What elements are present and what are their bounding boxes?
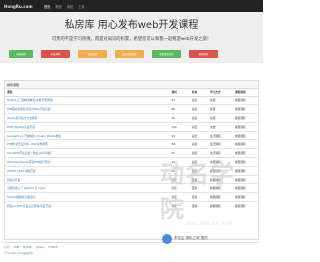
cell-lessons: 36 (169, 139, 190, 149)
course-link[interactable]: ThinkPHP开发实战 / 微信公众号课程 (7, 151, 52, 155)
tag-link[interactable]: PHP (14, 246, 19, 249)
column-header-lessons: 课时 (169, 89, 190, 97)
course-link[interactable]: HTML5 CSS3 前端开发 (7, 169, 36, 173)
cell-course[interactable]: PHP面向对象程序设计Web开发实战 (5, 104, 170, 114)
cell-course[interactable]: HTML5 CSS3 前端开发 (5, 165, 170, 176)
cell-status: 完结 (189, 121, 209, 132)
category-button-6[interactable]: 视频教程 (189, 50, 218, 58)
table-row[interactable]: PHP面向对象程序设计Web开发实战 58 完结 免费 视频课程 (5, 104, 258, 114)
cell-course[interactable]: 原生js+PHP 开发后台管理(项目开发) (5, 201, 170, 211)
hero-subtitle: 可贵的不是学习热情，而是对知识的积累，希望您可以和我一起畅游web开发之旅！ (51, 37, 212, 42)
cell-course[interactable]: ThinkPHP开发实战 / 微信公众号课程 (5, 148, 170, 158)
cell-type: 视频课程 (233, 113, 258, 123)
cell-course[interactable]: Laravel5.x入门到精通 / jQuery Mobile教程 (5, 130, 170, 140)
tag-label: 标签: (4, 246, 11, 249)
course-link[interactable]: Laravel5.x入门到精通 / jQuery Mobile教程 (7, 134, 61, 138)
table-header-row: 课程 课时 状态 学习方式 课程类别 (5, 89, 258, 97)
cell-type: 视频课程 (233, 104, 258, 114)
navbar: HongRu.com 首页 教程 课程 工具 (0, 0, 263, 12)
nav-item-courses[interactable]: 课程 (67, 4, 73, 9)
cell-course[interactable]: jQuery程序设计全套教程 (5, 113, 170, 123)
hero-banner: 私房库 用心发布web开发课程 可贵的不是学习热情，而是对知识的积累，希望您可以… (0, 12, 263, 63)
course-link[interactable]: Windows Server搭建PHP运行环境 (7, 160, 50, 164)
course-link[interactable]: MySQL入门到精通教程(免费开源课程) (7, 98, 53, 102)
category-button-5[interactable]: 免费课程系列 (152, 50, 181, 58)
category-button-3[interactable]: 高级课程 (78, 50, 107, 58)
cell-course[interactable]: PHP框架开发实例 - MVC架构原理 (5, 139, 170, 149)
cell-type: 视频课程 (233, 139, 258, 149)
tag-link[interactable]: MySQL (23, 246, 32, 249)
column-header-status: 状态 (189, 89, 209, 97)
tag-link[interactable]: jQuery (36, 246, 45, 249)
course-link[interactable]: PHP与MySQL实战开发 (7, 125, 35, 129)
cell-course[interactable]: MySQL数据库高级应用 (5, 192, 170, 202)
watermark-brand-text: 本站由 源码之家 提供 (174, 236, 208, 240)
cell-type: 视频课程 (233, 130, 258, 140)
cell-course[interactable]: PHP与MySQL实战开发 (5, 121, 170, 132)
course-link[interactable]: PHP面向对象程序设计Web开发实战 (7, 107, 50, 111)
main-nav: 首页 教程 课程 工具 (44, 4, 85, 9)
watermark-subtitle: DONG MING XUE YUAN (185, 221, 233, 226)
tag-bar: 标签: PHP MySQL jQuery HTML5 (4, 242, 259, 249)
table-row[interactable]: PHP与MySQL实战开发 120 完结 免费 视频课程 (5, 121, 258, 132)
cell-status: 完结 (189, 95, 209, 105)
cell-lessons: 24 (169, 130, 190, 140)
category-button-4[interactable]: 职业规划课程 (115, 50, 144, 58)
footer-copyright: © hongru.com 版权所有 (4, 252, 34, 255)
cell-mode: 免费 (208, 95, 233, 105)
course-link[interactable]: MySQL数据库高级应用 (7, 195, 35, 199)
cell-type: 视频课程 (233, 95, 258, 105)
cell-course[interactable]: 云服务器入门 apache 与 nginx (5, 183, 170, 193)
cell-mode: 免费 (208, 121, 233, 132)
cell-course[interactable]: 原生JS开发 (5, 174, 170, 184)
cell-status: 完结 (189, 139, 209, 149)
hero-title: 私房库 用心发布web开发课程 (64, 20, 199, 31)
site-brand[interactable]: HongRu.com (4, 4, 40, 9)
course-link[interactable]: 原生JS开发 (7, 178, 20, 182)
nav-item-tutorials[interactable]: 教程 (55, 4, 61, 9)
cell-lessons: 58 (169, 104, 190, 114)
cell-mode: 免费 (208, 113, 233, 123)
cell-lessons: 32 (169, 95, 190, 105)
cell-lessons: 40 (169, 113, 190, 123)
cell-status: 完结 (189, 130, 209, 140)
course-link[interactable]: PHP框架开发实例 - MVC架构原理 (7, 142, 48, 146)
table-row[interactable]: jQuery程序设计全套教程 40 完结 免费 视频课程 (5, 113, 258, 123)
category-buttons: 初级课程 中级课程 高级课程 职业规划课程 免费课程系列 视频教程 (0, 50, 263, 58)
course-link[interactable]: 原生js+PHP 开发后台管理(项目开发) (7, 204, 52, 208)
nav-item-home[interactable]: 首页 (44, 4, 50, 9)
cell-status: 完结 (189, 113, 209, 123)
column-header-course: 课程 (5, 89, 170, 97)
cell-mode: 生活课程 (208, 130, 233, 140)
cell-course[interactable]: MySQL入门到精通教程(免费开源课程) (5, 95, 170, 105)
panel-heading: 推荐课程 (5, 81, 258, 89)
cell-status: 完结 (189, 104, 209, 114)
category-button-2[interactable]: 中级课程 (41, 50, 70, 58)
watermark: 动名学院 DONG MING XUE YUAN (160, 160, 258, 226)
cell-mode: 免费 (208, 104, 233, 114)
course-link[interactable]: 云服务器入门 apache 与 nginx (7, 186, 46, 190)
column-header-type: 课程类别 (233, 89, 258, 97)
cell-mode: 生活课程 (208, 139, 233, 149)
cell-course[interactable]: Windows Server搭建PHP运行环境 (5, 157, 170, 167)
tag-link[interactable]: HTML5 (49, 246, 58, 249)
table-row[interactable]: MySQL入门到精通教程(免费开源课程) 32 完结 免费 视频课程 (5, 95, 258, 105)
column-header-mode: 学习方式 (208, 89, 233, 97)
course-link[interactable]: jQuery程序设计全套教程 (7, 116, 37, 120)
category-button-1[interactable]: 初级课程 (9, 50, 33, 58)
cell-type: 视频课程 (233, 121, 258, 132)
watermark-logo-icon (162, 234, 172, 244)
nav-item-tools[interactable]: 工具 (78, 4, 84, 9)
watermark-title: 动名学院 (160, 160, 235, 223)
table-row[interactable]: Laravel5.x入门到精通 / jQuery Mobile教程 24 完结 生活课… (5, 130, 258, 140)
cell-lessons: 120 (169, 121, 190, 132)
table-row[interactable]: PHP框架开发实例 - MVC架构原理 36 完结 生活课程 视频课程 (5, 139, 258, 149)
